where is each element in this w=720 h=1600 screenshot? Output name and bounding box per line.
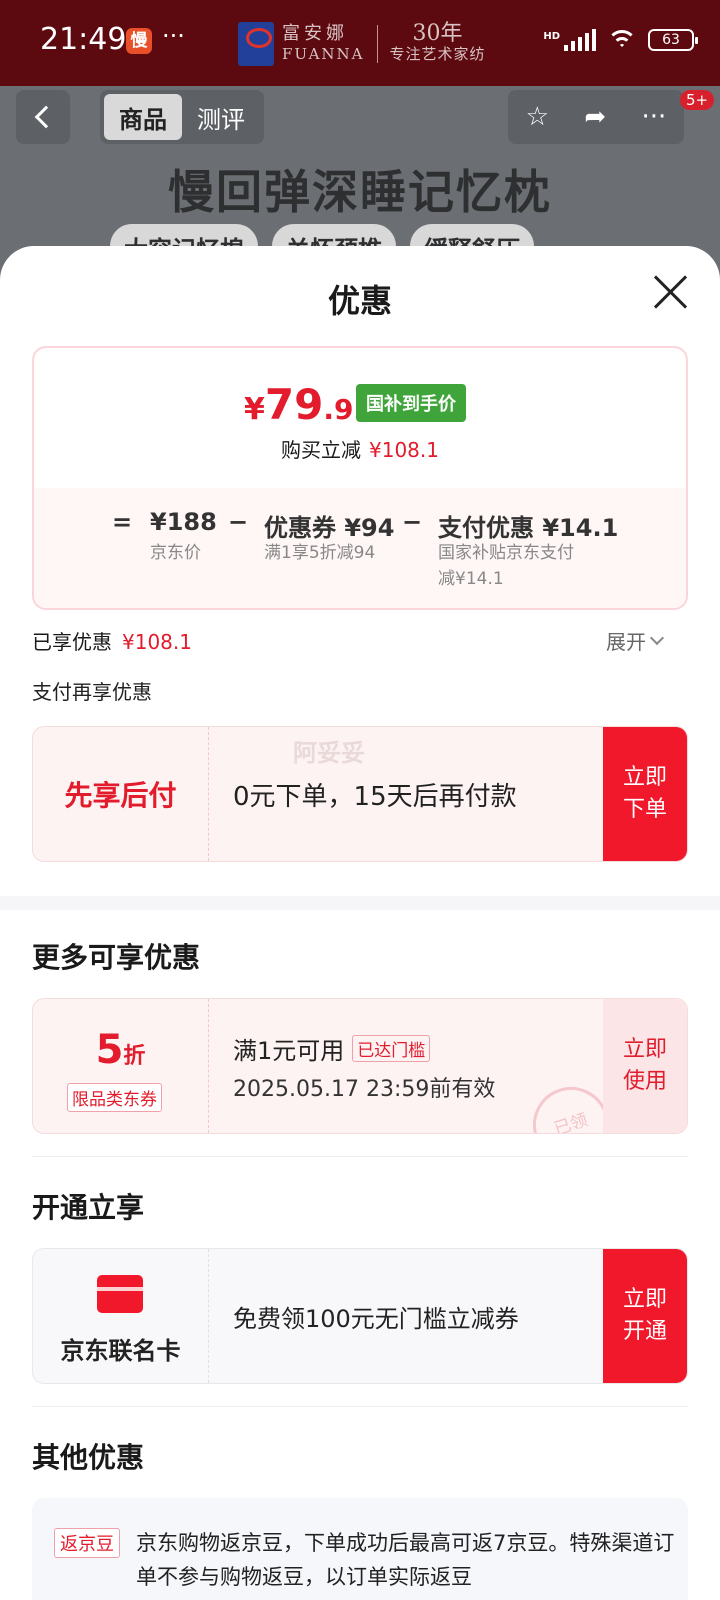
clock: 21:49 [40,22,127,57]
share-icon[interactable]: ➦ [584,102,606,132]
brand-slogan: 30年 专注艺术家纺 [389,21,486,64]
brand-banner: 富安娜 FUANNA 30年 专注艺术家纺 [238,20,486,68]
favorite-star-icon[interactable]: ☆ [526,102,549,132]
coupon-desc: 满1享5折减94 [264,543,376,563]
price-integer: 79 [264,380,324,429]
enjoyed-discount: 已享优惠 ¥108.1 [32,626,192,655]
co-brand-card-offer[interactable]: 京东联名卡 免费领100元无门槛立减券 立即开通 [32,1248,688,1384]
threshold-reached-badge: 已达门槛 [352,1035,431,1062]
jd-price-label: 京东价 [150,543,201,563]
jd-beans-offer: 返京豆 京东购物返京豆，下单成功后最高可返7京豆。特殊渠道订单不参与购物返豆，以… [32,1498,688,1600]
coupon-condition-text: 满1元可用 [233,1037,345,1065]
use-now-button[interactable]: 立即 使用 [603,999,687,1133]
expand-label: 展开 [606,630,646,654]
cta-line-1: 立即 [622,1287,667,1312]
section-divider [0,896,720,910]
credit-card-icon [97,1275,143,1313]
reduction-amount: ¥108.1 [369,438,439,462]
cta-line-2: 使用 [622,1069,667,1094]
close-icon[interactable] [650,272,690,312]
purchase-reduction: 购买立减 ¥108.1 [34,434,686,463]
coupon-rate-number: 5 [95,1027,124,1073]
currency-symbol: ¥ [244,392,265,427]
reduction-label: 购买立减 [281,438,361,462]
tab-review[interactable]: 测评 [182,94,260,140]
final-price: ¥79.9 [244,380,353,429]
more-notifications-icon: ··· [162,22,185,50]
other-discounts-title: 其他优惠 [32,1441,145,1474]
wifi-icon [606,28,638,52]
header-actions: ☆ ➦ ··· [508,90,684,144]
coupon-condition: 满1元可用 已达门槛 [233,1031,431,1066]
co-brand-card: 京东联名卡 [33,1249,209,1383]
coupon-value: 5折 限品类东券 [33,999,209,1133]
status-bar: 21:49 慢 ··· 富安娜 FUANNA 30年 专注艺术家纺 HD 63 [0,0,720,86]
final-price-area: ¥79.9 国补到手价 购买立减 ¥108.1 [34,348,686,488]
card-offer-text: 免费领100元无门槛立减券 [233,1304,519,1333]
jd-beans-description: 京东购物返京豆，下单成功后最高可返7京豆。特殊渠道订单不参与购物返豆，以订单实际… [136,1531,675,1589]
price-breakdown-card: ¥79.9 国补到手价 购买立减 ¥108.1 = ¥188 京东价 − 优惠券 … [32,346,688,610]
brand-divider [376,25,378,63]
brand-name: 富安娜 FUANNA [282,24,365,64]
discount-sheet: 优惠 ¥79.9 国补到手价 购买立减 ¥108.1 = ¥188 京东价 − 优… [0,246,720,1600]
back-button[interactable] [16,90,70,144]
price-formula: = ¥188 京东价 − 优惠券 ¥94 满1享5折减94 − 支付优惠 ¥14… [34,488,686,608]
more-discounts-title: 更多可享优惠 [32,941,201,974]
divider [32,1406,688,1407]
chevron-down-icon [649,630,665,646]
more-icon[interactable]: ··· [642,102,667,132]
coupon-card[interactable]: 5折 限品类东券 满1元可用 已达门槛 2025.05.17 23:59前有效 … [32,998,688,1134]
order-now-button[interactable]: 立即 下单 [603,727,687,861]
open-benefits-title: 开通立享 [32,1191,145,1224]
brand-logo-icon [238,22,274,66]
sheet-title: 优惠 [327,282,392,320]
jd-beans-tag: 返京豆 [54,1528,120,1558]
battery-icon: 63 [648,29,698,51]
coupon-rate: 5折 [33,1027,208,1073]
cell-signal-icon [564,29,596,51]
equals-sign: = [112,508,133,536]
app-notification-icon: 慢 [126,28,152,54]
enjoyed-label: 已享优惠 [32,630,112,654]
brand-slogan-text: 专注艺术家纺 [389,45,486,63]
expand-button[interactable]: 展开 [606,626,665,655]
system-icons: HD 63 [543,28,698,52]
pay-more-title: 支付再享优惠 [32,680,152,704]
payment-discount: 支付优惠 ¥14.1 [438,514,619,542]
tab-product[interactable]: 商品 [104,94,182,140]
cta-line-1: 立即 [622,1037,667,1062]
brand-name-cn: 富安娜 [282,23,348,44]
product-tabs: 商品 测评 [100,90,264,144]
minus-sign: − [228,508,249,536]
coupon-rate-unit: 折 [123,1044,146,1069]
cta-line-2: 开通 [622,1319,667,1344]
payment-discount-desc-2: 减¥14.1 [438,569,504,589]
price-decimal: .9 [323,393,354,426]
product-banner-title: 慢回弹深睡记忆枕 [168,165,552,219]
cta-line-1: 立即 [622,765,667,790]
message-count-badge: 5+ [680,90,715,110]
card-name: 京东联名卡 [60,1337,181,1365]
enjoyed-amount: ¥108.1 [122,630,192,654]
hd-indicator: HD [543,30,560,42]
coupon-amount: 优惠券 ¥94 [264,514,395,542]
cta-line-2: 下单 [622,797,667,822]
coupon-expiry: 2025.05.17 23:59前有效 [233,1077,496,1102]
payment-discount-desc: 国家补贴京东支付 [438,543,574,563]
jd-price: ¥188 [150,508,217,536]
divider [32,1156,688,1157]
bnpl-description: 0元下单，15天后再付款 [233,781,517,812]
minus-sign: − [402,508,423,536]
coupon-type-tag: 限品类东券 [67,1083,162,1112]
brand-anniversary: 30年 [412,21,463,46]
buy-now-pay-later-card[interactable]: 先享后付 阿妥妥 0元下单，15天后再付款 立即 下单 [32,726,688,862]
subsidy-price-tag: 国补到手价 [356,384,466,422]
open-now-button[interactable]: 立即 开通 [603,1249,687,1383]
bnpl-label: 先享后付 [33,727,209,861]
chevron-left-icon [34,105,58,129]
brand-name-en: FUANNA [282,45,365,63]
